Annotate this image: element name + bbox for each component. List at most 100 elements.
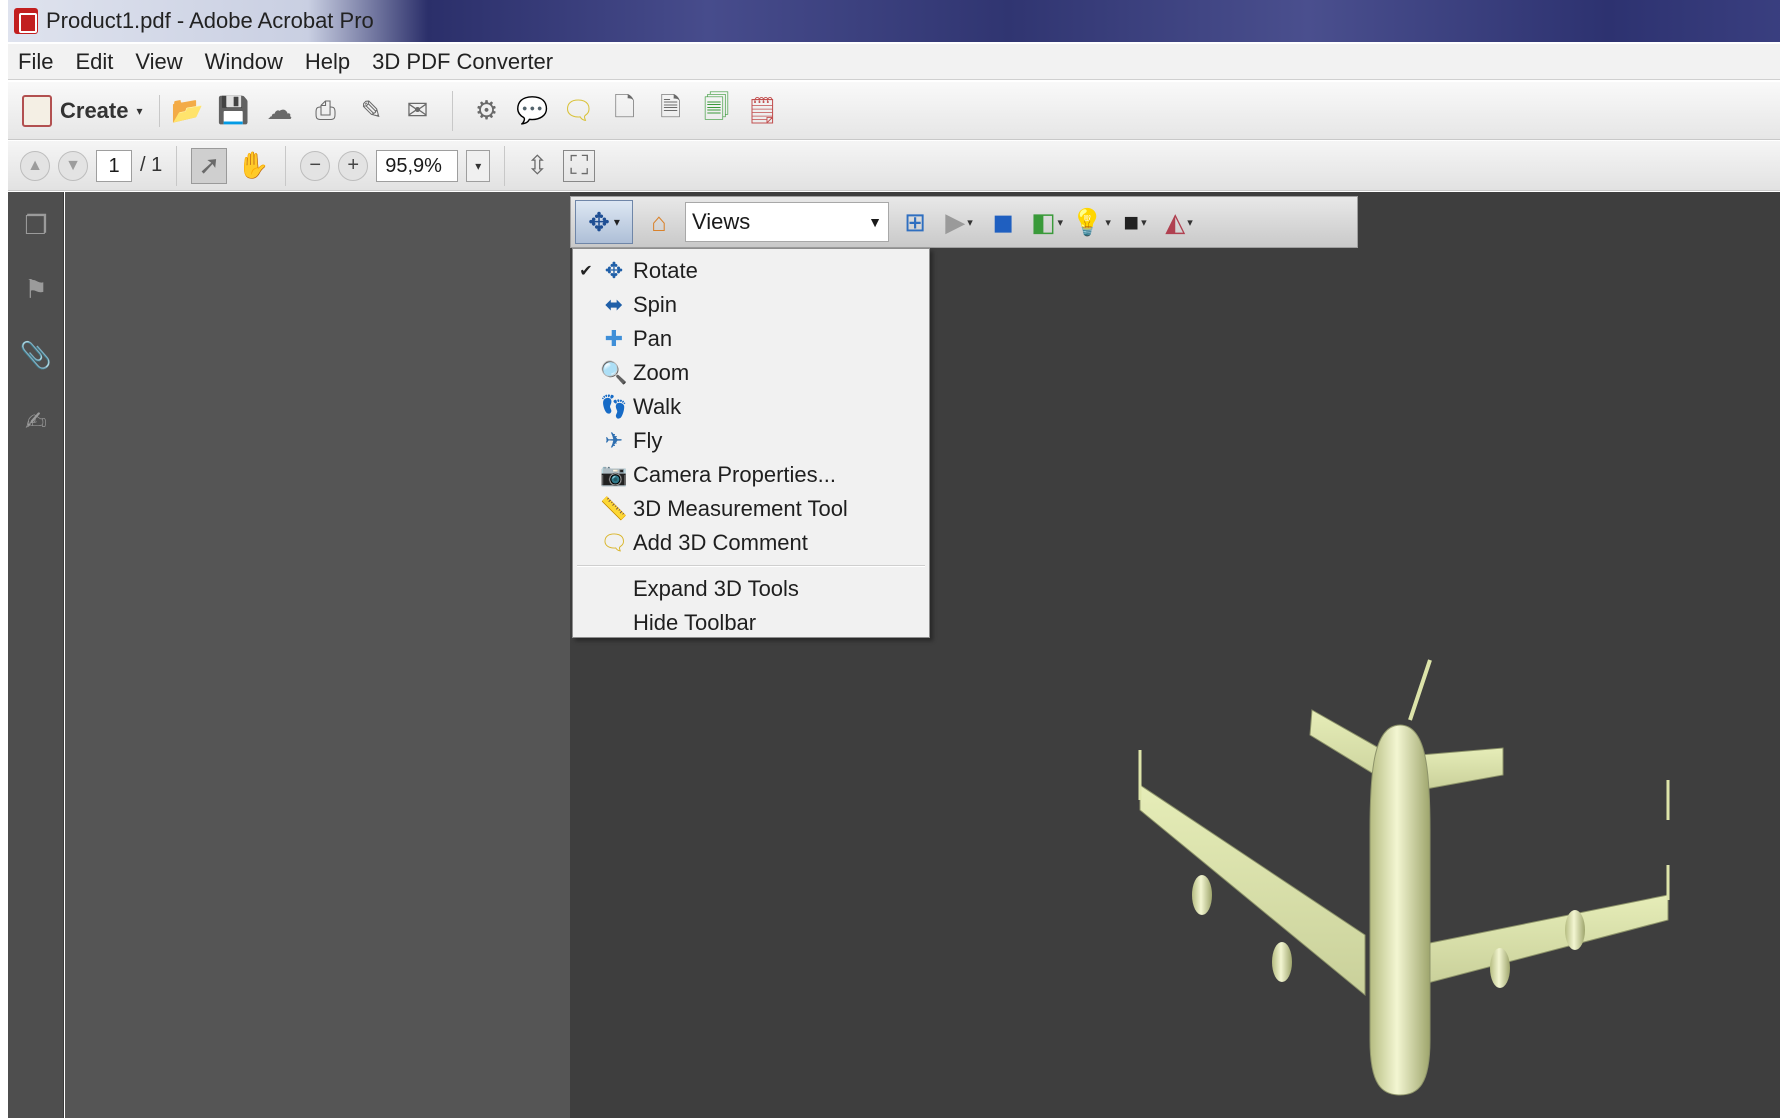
right-wing [1419,894,1669,986]
menu-item-spin[interactable]: ⬌ Spin [573,289,929,321]
menu-item-3d-measurement-tool[interactable]: 📏 3D Measurement Tool [573,493,929,525]
fit-page-icon[interactable]: ⛶ [563,149,596,182]
lighting-icon[interactable]: 💡 ▾ [1071,202,1111,242]
chevron-down-icon: ▼ [868,214,882,230]
3d-tools-dropdown-menu: ✔ ✥ Rotate ⬌ Spin ✚ Pan 🔍 Zoom 👣 Walk ✈ … [572,248,930,638]
create-button[interactable]: Create ▾ [22,94,160,127]
menu-item-pan[interactable]: ✚ Pan [573,323,929,355]
engine-2 [1272,942,1292,982]
menu-item-expand-3d-tools[interactable]: Expand 3D Tools [573,573,929,605]
menu-item-label: Walk [633,394,682,419]
page-icon[interactable]: 🗋 [607,92,643,129]
main-toolbar: Create ▾ 📂 💾 ☁ ⎙ ✎ ✉ ⚙ 💬 🗨 🗋 🗎 🗐 🗒 [8,82,1780,140]
zoom-out-icon[interactable]: − [300,150,331,181]
toolbar-divider [451,90,453,131]
menu-item-walk[interactable]: 👣 Walk [573,391,929,423]
menu-item-label: Hide Toolbar [633,610,757,635]
menu-item-zoom[interactable]: 🔍 Zoom [573,357,929,389]
page-settings-icon[interactable]: 🗒 [745,93,781,129]
rotate-tool-icon: ✥ [588,206,610,237]
menu-3d-pdf-converter[interactable]: 3D PDF Converter [372,49,553,75]
toolbar-divider [285,145,287,186]
email-icon[interactable]: ✉ [400,93,436,129]
spin-icon: ⬌ [604,292,624,317]
open-folder-icon[interactable]: 📂 [170,93,206,129]
toolbar-divider [176,145,178,186]
home-view-icon[interactable]: ⌂ [641,202,677,242]
edit-document-icon[interactable]: ✎ [354,93,390,129]
menu-item-label: Zoom [633,360,690,385]
previous-page-icon[interactable]: ▲ [20,150,50,181]
model-tree-icon[interactable]: ⊞ [897,202,933,242]
menu-item-fly[interactable]: ✈ Fly [573,425,929,457]
3d-toolbar: ✥ ▾ ⌂ Views ▼ ⊞ ▶ ▾ ◼ ◧ ▾ 💡 ▾ ■ ▾ ◭ ▾ [570,196,1358,248]
navigation-pane: ❐ ⚑ 📎 ✍ [8,192,64,1118]
comment-icon[interactable]: 💬 [515,93,551,129]
camera-icon: 📷 [600,462,628,487]
title-bar: Product1.pdf - Adobe Acrobat Pro [8,0,1780,42]
menu-file[interactable]: File [18,49,53,75]
navigation-toolbar: ▲ ▼ 1 / 1 ➚ ✋ − + 95,9% ▾ ⇳ ⛶ [8,141,1780,191]
pan-icon: ✚ [604,326,624,351]
acrobat-app-icon [14,8,38,34]
3d-airplane-model[interactable] [1100,640,1700,1110]
menu-view[interactable]: View [135,49,182,75]
zoom-icon: 🔍 [600,360,628,385]
create-pdf-icon [22,94,52,127]
ruler-icon: 📏 [600,496,628,521]
page-import-icon[interactable]: 🗐 [699,92,735,129]
background-color-icon[interactable]: ■ ▾ [1117,202,1153,242]
left-wing [1139,784,1366,997]
zoom-dropdown-icon[interactable]: ▾ [466,149,491,182]
gear-icon[interactable]: ⚙ [469,93,505,129]
menu-bar: File Edit View Window Help 3D PDF Conver… [8,44,1780,80]
create-label: Create [60,97,129,123]
engine-3 [1490,948,1510,988]
next-page-icon[interactable]: ▼ [58,150,88,181]
sticky-note-icon[interactable]: 🗨 [561,93,597,129]
select-cursor-icon[interactable]: ➚ [191,147,228,184]
menu-item-camera-properties[interactable]: 📷 Camera Properties... [573,459,929,491]
menu-item-label: Pan [633,326,673,351]
cross-section-icon[interactable]: ◭ ▾ [1161,202,1197,242]
save-icon[interactable]: 💾 [216,93,252,129]
rotate-icon: ✥ [604,258,624,283]
right-stabilizer [1419,747,1504,791]
pages-panel-icon[interactable]: ❐ [20,208,52,242]
views-label: Views [692,209,751,234]
toolbar-divider [504,145,506,186]
bookmarks-icon[interactable]: ⚑ [20,272,52,306]
print-icon[interactable]: ⎙ [308,93,344,129]
menu-help[interactable]: Help [305,49,350,75]
menu-item-label: Expand 3D Tools [633,576,799,601]
menu-divider [577,565,925,567]
page-number-input[interactable]: 1 [96,149,132,182]
menu-item-add-3d-comment[interactable]: 🗨 Add 3D Comment [573,527,929,559]
fuselage [1369,724,1431,1096]
render-mode-icon[interactable]: ◧ ▾ [1029,202,1065,242]
menu-item-label: Fly [633,428,663,453]
menu-edit[interactable]: Edit [75,49,113,75]
hand-tool-icon[interactable]: ✋ [235,148,271,184]
checkmark-icon: ✔ [579,263,593,280]
views-dropdown[interactable]: Views ▼ [685,202,889,242]
fly-icon: ✈ [604,428,624,453]
page-export-icon[interactable]: 🗎 [653,92,689,129]
attachments-paperclip-icon[interactable]: 📎 [20,338,52,372]
comment-3d-icon: 🗨 [600,530,628,555]
zoom-level-input[interactable]: 95,9% [376,149,459,182]
zoom-in-icon[interactable]: + [338,150,369,181]
play-animation-icon[interactable]: ▶ ▾ [941,202,977,242]
menu-item-rotate[interactable]: ✔ ✥ Rotate [573,255,929,287]
signatures-icon[interactable]: ✍ [20,404,52,438]
fit-width-icon[interactable]: ⇳ [519,148,555,184]
cloud-upload-icon[interactable]: ☁ [262,93,298,129]
tail-fin [1408,659,1432,721]
projection-cube-icon[interactable]: ◼ [985,202,1021,242]
walk-icon: 👣 [600,394,628,419]
menu-window[interactable]: Window [205,49,283,75]
document-page-area [65,192,570,1118]
3d-navigation-tool-button[interactable]: ✥ ▾ [575,200,633,244]
menu-item-label: Rotate [633,258,698,283]
menu-item-hide-toolbar[interactable]: Hide Toolbar [573,607,929,639]
